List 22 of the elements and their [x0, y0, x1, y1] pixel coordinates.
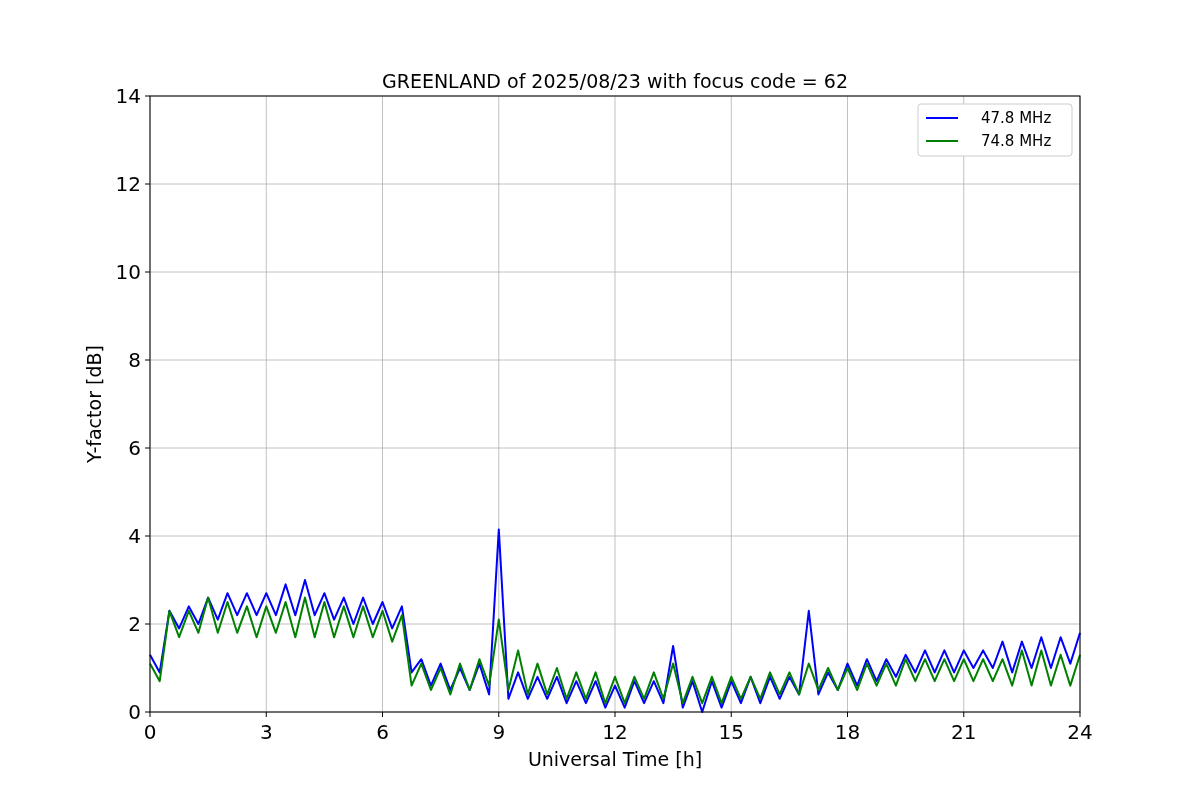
legend-label: 47.8 MHz: [981, 109, 1052, 127]
y-tick-label: 10: [115, 260, 141, 284]
chart-title: GREENLAND of 2025/08/23 with focus code = 62: [382, 70, 848, 92]
x-tick-label: 6: [376, 720, 389, 744]
y-tick-label: 12: [115, 172, 141, 196]
y-tick-label: 14: [115, 84, 141, 108]
y-tick-label: 2: [128, 612, 141, 636]
y-tick-label: 0: [128, 700, 141, 724]
y-axis-label: Y-factor [dB]: [83, 345, 105, 463]
x-tick-label: 3: [259, 720, 273, 744]
x-tick-label: 15: [718, 720, 744, 744]
x-tick-label: 9: [492, 720, 506, 744]
y-tick-label: 6: [128, 436, 141, 460]
x-tick-label: 0: [143, 720, 157, 744]
y-tick-label: 8: [128, 348, 141, 372]
x-tick-label: 24: [1067, 720, 1093, 744]
x-tick-label: 12: [602, 720, 628, 744]
x-tick-label: 18: [834, 720, 861, 744]
y-tick-label: 4: [128, 524, 141, 548]
x-axis-label: Universal Time [h]: [527, 748, 703, 770]
x-tick-label: 21: [951, 720, 977, 744]
legend-label: 74.8 MHz: [981, 132, 1052, 150]
